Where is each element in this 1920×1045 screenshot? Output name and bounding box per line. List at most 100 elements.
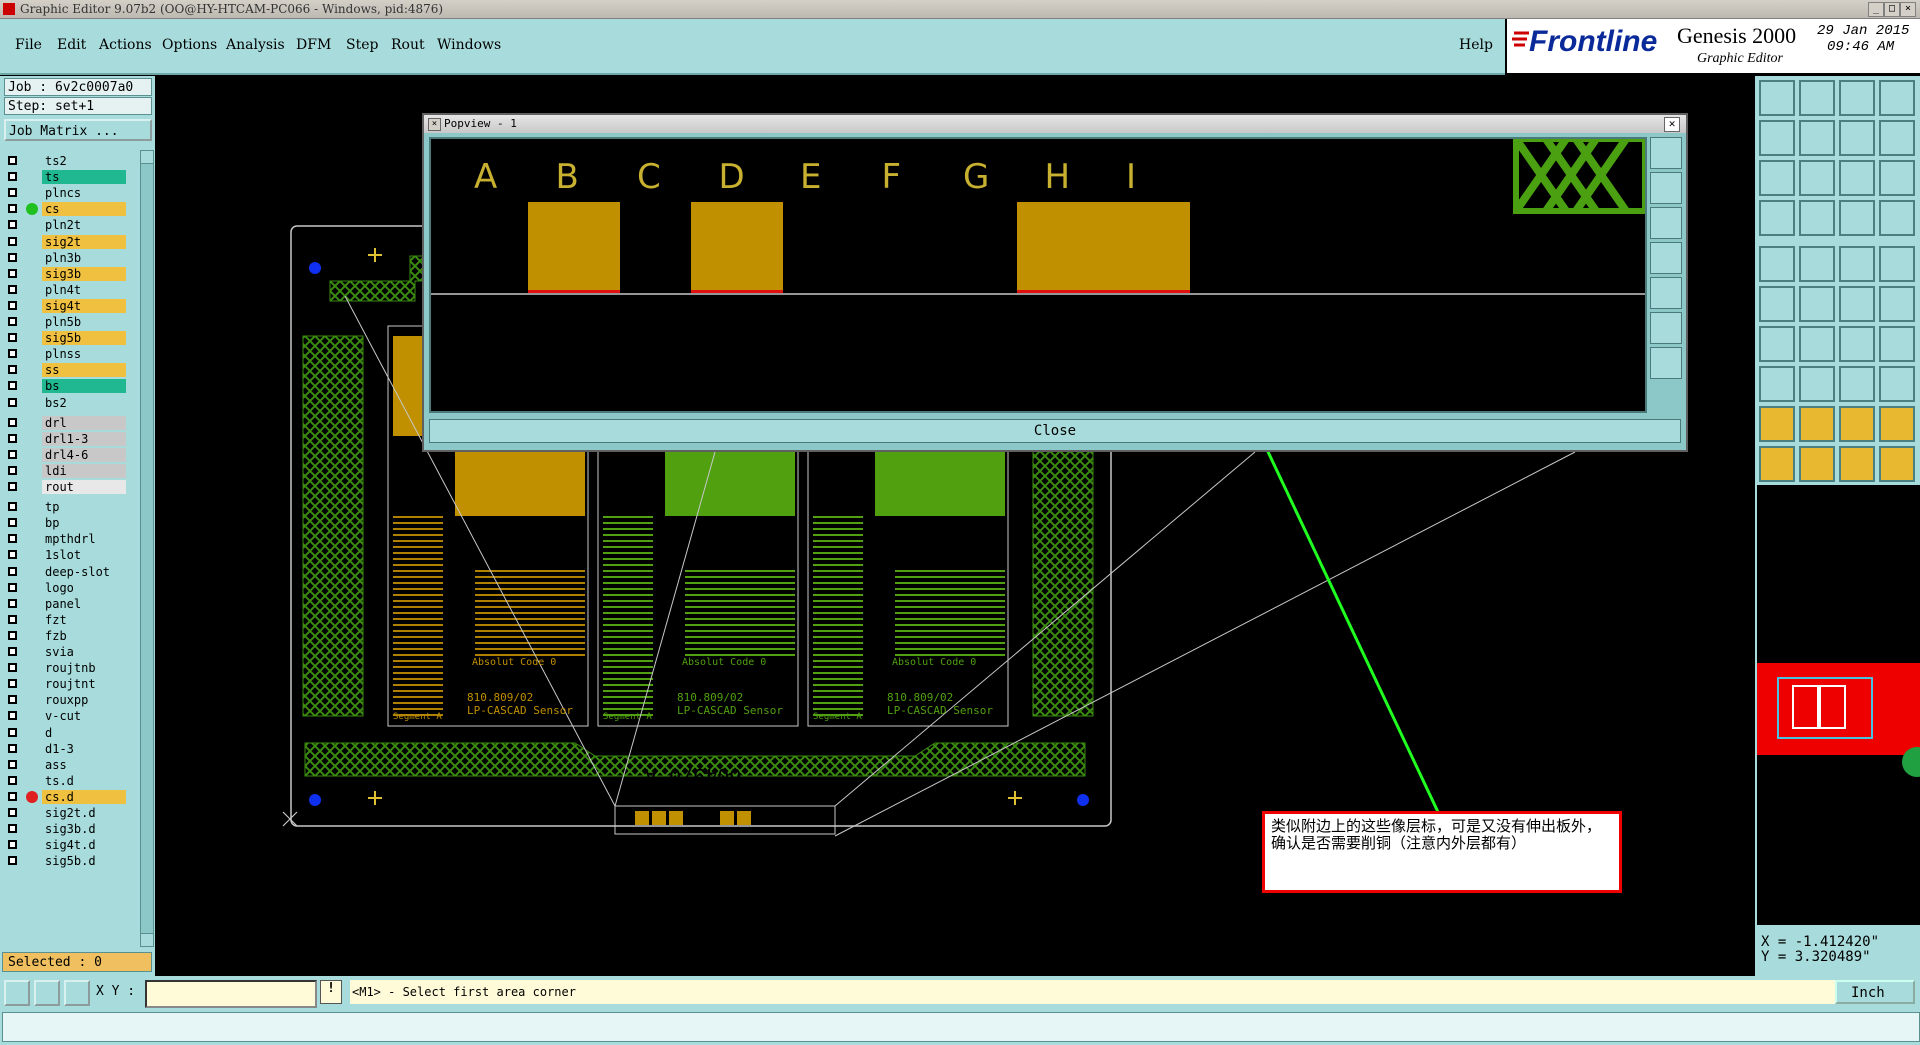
menu-rout[interactable]: Rout xyxy=(391,37,425,53)
layer-row-drl[interactable]: drl xyxy=(4,415,128,431)
layer-row-pln4t[interactable]: pln4t xyxy=(4,282,128,298)
layer-checkbox[interactable] xyxy=(8,252,17,262)
layer-row-roujtnt[interactable]: roujtnt xyxy=(4,677,128,692)
layer-row-cs.d[interactable]: cs.d xyxy=(4,789,128,805)
layer-row-bs2[interactable]: bs2 xyxy=(4,395,128,411)
layer-name[interactable]: ts xyxy=(42,170,126,185)
layer-row-ass[interactable]: ass xyxy=(4,757,128,773)
menu-step[interactable]: Step xyxy=(346,37,378,53)
layer-checkbox[interactable] xyxy=(8,502,17,512)
layer-row-ts2[interactable]: ts2 xyxy=(4,154,128,169)
layer-checkbox[interactable] xyxy=(8,284,17,294)
layer-checkbox[interactable] xyxy=(8,840,17,850)
move-left-icon[interactable] xyxy=(1759,120,1795,156)
menu-analysis[interactable]: Analysis xyxy=(226,37,285,53)
pan-left-icon[interactable] xyxy=(1650,242,1682,274)
layer-checkbox[interactable] xyxy=(8,236,17,246)
layer-checkbox[interactable] xyxy=(8,220,17,230)
layer-checkbox[interactable] xyxy=(8,534,17,544)
maximize-button[interactable]: □ xyxy=(1884,2,1900,17)
layer-row-rouxpp[interactable]: rouxpp xyxy=(4,693,128,708)
menu-help[interactable]: Help xyxy=(1459,37,1493,53)
menu-actions[interactable]: Actions xyxy=(99,37,152,53)
shape-icon[interactable] xyxy=(1759,366,1795,402)
layer-name[interactable]: ldi xyxy=(42,463,126,478)
layer-name[interactable]: tp xyxy=(42,500,126,515)
layer-row-cs[interactable]: cs xyxy=(4,202,128,217)
layer-checkbox[interactable] xyxy=(8,397,17,407)
settings-icon[interactable] xyxy=(1759,200,1795,236)
layer-name[interactable]: roujtnb xyxy=(42,661,126,676)
layer-checkbox[interactable] xyxy=(8,465,17,475)
open-icon[interactable] xyxy=(1799,80,1835,116)
pointer-select-icon[interactable] xyxy=(1799,446,1835,482)
layer-checkbox[interactable] xyxy=(8,695,17,705)
layer-name[interactable]: d xyxy=(42,725,126,740)
measure-icon[interactable] xyxy=(1839,200,1875,236)
layer-row-ldi[interactable]: ldi xyxy=(4,463,128,479)
scroll-down-icon[interactable] xyxy=(141,933,153,946)
ruler-icon[interactable] xyxy=(1839,246,1875,282)
layer-name[interactable]: plncs xyxy=(42,186,126,201)
zoom-icon[interactable] xyxy=(1799,160,1835,196)
layer-row-d[interactable]: d xyxy=(4,725,128,741)
layer-name[interactable]: d1-3 xyxy=(42,741,126,756)
home-icon[interactable] xyxy=(1839,80,1875,116)
layer-row-sig3b[interactable]: sig3b xyxy=(4,266,128,282)
zoom-out-icon[interactable] xyxy=(1650,207,1682,239)
layout-icon[interactable] xyxy=(1879,80,1915,116)
layer-name[interactable]: bs2 xyxy=(42,395,126,410)
layer-name[interactable]: drl1-3 xyxy=(42,431,126,446)
layer-checkbox[interactable] xyxy=(8,550,17,560)
peak-icon[interactable] xyxy=(1839,406,1875,442)
pointer-move-icon[interactable] xyxy=(1839,446,1875,482)
layer-name[interactable]: v-cut xyxy=(42,709,126,724)
line-draw-icon[interactable] xyxy=(1799,246,1835,282)
layer-name[interactable]: pln2t xyxy=(42,218,126,233)
ratio-icon[interactable] xyxy=(1839,160,1875,196)
popview-close-icon[interactable]: ✕ xyxy=(1664,117,1680,132)
layer-row-pln5b[interactable]: pln5b xyxy=(4,315,128,330)
layer-name[interactable]: cs xyxy=(42,202,126,217)
layer-row-pln2t[interactable]: pln2t xyxy=(4,218,128,233)
layer-checkbox[interactable] xyxy=(8,172,17,182)
minus-icon[interactable] xyxy=(1799,366,1835,402)
layer-checkbox[interactable] xyxy=(8,566,17,576)
popview-title-bar[interactable]: × Popview - 1 ✕ xyxy=(424,115,1686,133)
mirror-icon[interactable] xyxy=(1879,326,1915,362)
layer-checkbox[interactable] xyxy=(8,268,17,278)
layer-checkbox[interactable] xyxy=(8,679,17,689)
layer-row-d1-3[interactable]: d1-3 xyxy=(4,741,128,757)
layer-row-plncs[interactable]: plncs xyxy=(4,186,128,201)
minimize-button[interactable]: _ xyxy=(1868,2,1884,17)
layer-checkbox[interactable] xyxy=(8,365,17,375)
layer-name[interactable]: svia xyxy=(42,645,126,659)
clear-icon[interactable] xyxy=(34,980,60,1006)
rotate-icon[interactable] xyxy=(1839,326,1875,362)
layer-name[interactable]: sig3b.d xyxy=(42,822,126,837)
layer-row-roujtnb[interactable]: roujtnb xyxy=(4,661,128,676)
layer-name[interactable]: ss xyxy=(42,363,126,378)
layer-checkbox[interactable] xyxy=(8,349,17,359)
layer-row-tp[interactable]: tp xyxy=(4,500,128,515)
pointer-multi-icon[interactable] xyxy=(1879,446,1915,482)
layer-checkbox[interactable] xyxy=(8,518,17,528)
pointer-icon[interactable] xyxy=(1759,446,1795,482)
node-icon[interactable] xyxy=(1759,286,1795,322)
unit-select[interactable]: Inch xyxy=(1835,980,1915,1004)
layer-row-mpthdrl[interactable]: mpthdrl xyxy=(4,532,128,547)
job-matrix-button[interactable]: Job Matrix ... xyxy=(4,119,152,141)
copy-icon[interactable] xyxy=(1879,366,1915,402)
layer-checkbox[interactable] xyxy=(8,808,17,817)
fit-icon[interactable] xyxy=(1759,160,1795,196)
layer-checkbox[interactable] xyxy=(8,663,17,673)
circle-icon[interactable] xyxy=(1879,246,1915,282)
fit-selection-icon[interactable] xyxy=(1650,347,1682,379)
pan-right-icon[interactable] xyxy=(1650,277,1682,309)
layer-checkbox[interactable] xyxy=(8,791,17,801)
layer-row-ss[interactable]: ss xyxy=(4,363,128,378)
layer-row-sig5b[interactable]: sig5b xyxy=(4,331,128,346)
layer-scrollbar[interactable] xyxy=(140,150,154,947)
popview-close-button[interactable]: Close xyxy=(429,419,1681,443)
scroll-up-icon[interactable] xyxy=(141,151,153,164)
